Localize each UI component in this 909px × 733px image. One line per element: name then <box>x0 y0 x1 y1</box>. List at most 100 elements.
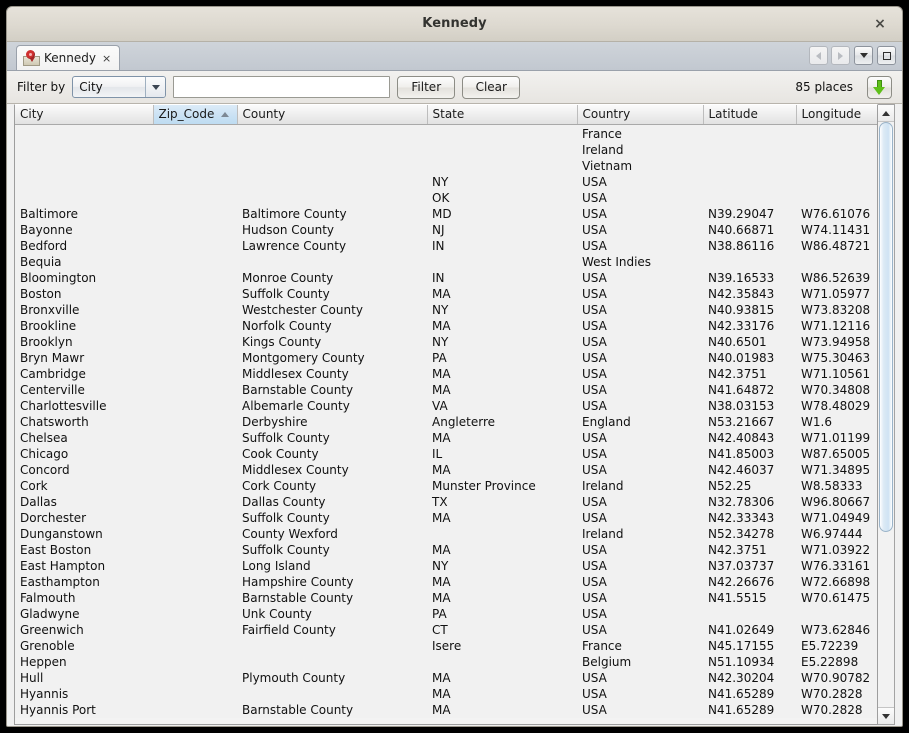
column-header-country[interactable]: Country <box>577 105 704 125</box>
cell-zip <box>153 189 237 206</box>
table-row[interactable]: Hyannis MA USA N41.65289 W70.2828 <box>15 685 877 702</box>
tab-strip: Kennedy × <box>7 42 902 71</box>
table-row[interactable]: Cambridge Middlesex County MA USA N42.3751 W7… <box>15 365 877 382</box>
table-row[interactable]: Concord Middlesex County MA USA N42.46037 W71… <box>15 461 877 478</box>
table-row[interactable]: Bronxville Westchester County NY USA N40.938… <box>15 301 877 318</box>
cell-city: Dunganstown <box>15 525 153 542</box>
cell-lon: W70.2828 <box>796 685 877 702</box>
cell-lat: N40.93815 <box>703 301 796 318</box>
column-header-lat[interactable]: Latitude <box>703 105 797 125</box>
table-row[interactable]: Dorchester Suffolk County MA USA N42.33343 W7… <box>15 509 877 526</box>
table-row[interactable]: Falmouth Barnstable County MA USA N41.5515 W7… <box>15 589 877 606</box>
cell-lat: N45.17155 <box>703 637 796 654</box>
cell-county: Monroe County <box>237 269 427 286</box>
filter-field-select[interactable]: City <box>72 76 167 98</box>
cell-lon <box>796 141 877 158</box>
filter-button[interactable]: Filter <box>397 75 456 99</box>
table-row[interactable]: Bryn Mawr Montgomery County PA USA N40.01983… <box>15 349 877 366</box>
column-header-label: State <box>432 107 465 122</box>
cell-country: USA <box>577 381 703 398</box>
cell-county <box>237 253 427 270</box>
table-row[interactable]: Grenoble Isere France N45.17155 E5.72239 <box>15 637 877 654</box>
column-header-label: County <box>242 107 286 122</box>
scrollbar-thumb[interactable] <box>879 122 893 532</box>
cell-county <box>237 157 427 174</box>
table-row[interactable]: Ireland <box>15 141 877 158</box>
tab-scroll-left-button[interactable] <box>809 46 828 65</box>
table-row[interactable]: Dallas Dallas County TX USA N32.78306 W96.806… <box>15 493 877 510</box>
cell-city: Charlottesville <box>15 397 153 414</box>
cell-lon: W71.03922 <box>796 541 877 558</box>
scroll-down-button[interactable] <box>878 707 894 724</box>
cell-city: Bayonne <box>15 221 153 238</box>
cell-county: Kings County <box>237 333 427 350</box>
column-header-state[interactable]: State <box>427 105 578 125</box>
table-row[interactable]: East Hampton Long Island NY USA N37.03737 W76… <box>15 557 877 574</box>
cell-zip <box>153 461 237 478</box>
table-row[interactable]: Chicago Cook County IL USA N41.85003 W87.6500… <box>15 445 877 462</box>
table-row[interactable]: Hull Plymouth County MA USA N42.30204 W70.907… <box>15 669 877 686</box>
tab-scroll-right-button[interactable] <box>831 46 850 65</box>
scroll-up-button[interactable] <box>878 105 894 122</box>
table-row[interactable]: Chatsworth Derbyshire Angleterre England N53… <box>15 413 877 430</box>
table-row[interactable]: Charlottesville Albemarle County VA USA N38.… <box>15 397 877 414</box>
cell-city: Greenwich <box>15 621 153 638</box>
table-row[interactable]: Heppen Belgium N51.10934 E5.22898 <box>15 653 877 670</box>
table-row[interactable]: Greenwich Fairfield County CT USA N41.02649 W… <box>15 621 877 638</box>
column-header-city[interactable]: City <box>15 105 154 125</box>
tab-maximize-button[interactable] <box>877 46 896 65</box>
cell-lat: N32.78306 <box>703 493 796 510</box>
vertical-scrollbar[interactable] <box>878 104 895 725</box>
cell-county: Cook County <box>237 445 427 462</box>
map-pin-icon <box>23 50 40 66</box>
cell-city <box>15 173 153 190</box>
cell-country: USA <box>577 349 703 366</box>
table-row[interactable]: Vietnam <box>15 157 877 174</box>
table-row[interactable]: Brooklyn Kings County NY USA N40.6501 W73.949… <box>15 333 877 350</box>
column-header-county[interactable]: County <box>237 105 428 125</box>
sort-ascending-icon <box>220 112 229 117</box>
cell-lon: W71.34895 <box>796 461 877 478</box>
chevron-right-icon <box>838 51 843 60</box>
scrollbar-track[interactable] <box>878 122 894 707</box>
table-row[interactable]: East Boston Suffolk County MA USA N42.3751 W7… <box>15 541 877 558</box>
column-header-lon[interactable]: Longitude <box>796 105 877 125</box>
cell-state: NJ <box>427 221 577 238</box>
table-row[interactable]: Hyannis Port Barnstable County MA USA N41.65… <box>15 701 877 718</box>
cell-county <box>237 189 427 206</box>
cell-state: MA <box>427 461 577 478</box>
table-row[interactable]: Brookline Norfolk County MA USA N42.33176 W71… <box>15 317 877 334</box>
table-row[interactable]: Bedford Lawrence County IN USA N38.86116 W86.… <box>15 237 877 254</box>
table-row[interactable]: Baltimore Baltimore County MD USA N39.29047 W… <box>15 205 877 222</box>
cell-zip <box>153 173 237 190</box>
table-row[interactable]: Bequia West Indies <box>15 253 877 270</box>
window-close-button[interactable]: × <box>872 16 888 32</box>
table-row[interactable]: Dunganstown County Wexford Ireland N52.3427… <box>15 525 877 542</box>
table-row[interactable]: Cork Cork County Munster Province Ireland N5… <box>15 477 877 494</box>
export-download-button[interactable] <box>867 75 892 99</box>
cell-city: East Boston <box>15 541 153 558</box>
cell-zip <box>153 381 237 398</box>
table-row[interactable]: Bloomington Monroe County IN USA N39.16533 W8… <box>15 269 877 286</box>
table-row[interactable]: France <box>15 124 877 142</box>
cell-county <box>237 124 427 142</box>
table-row[interactable]: Chelsea Suffolk County MA USA N42.40843 W71.0… <box>15 429 877 446</box>
tab-label: Kennedy <box>44 51 96 65</box>
table-row[interactable]: Centerville Barnstable County MA USA N41.648… <box>15 381 877 398</box>
cell-state: MA <box>427 685 577 702</box>
filter-search-input[interactable] <box>173 76 391 98</box>
tab-list-dropdown-button[interactable] <box>854 46 873 65</box>
cell-lat: N42.46037 <box>703 461 796 478</box>
tab-close-icon[interactable]: × <box>101 52 111 65</box>
table-row[interactable]: Gladwyne Unk County PA USA <box>15 605 877 622</box>
cell-country: USA <box>577 205 703 222</box>
table-row[interactable]: Bayonne Hudson County NJ USA N40.66871 W74.11… <box>15 221 877 238</box>
table-row[interactable]: Easthampton Hampshire County MA USA N42.2667… <box>15 573 877 590</box>
cell-zip <box>153 301 237 318</box>
tab-kennedy[interactable]: Kennedy × <box>16 45 121 70</box>
column-header-zip[interactable]: Zip_Code <box>153 105 238 125</box>
table-row[interactable]: Boston Suffolk County MA USA N42.35843 W71.05… <box>15 285 877 302</box>
table-row[interactable]: OK USA <box>15 189 877 206</box>
clear-button[interactable]: Clear <box>462 75 521 99</box>
table-row[interactable]: NY USA <box>15 173 877 190</box>
